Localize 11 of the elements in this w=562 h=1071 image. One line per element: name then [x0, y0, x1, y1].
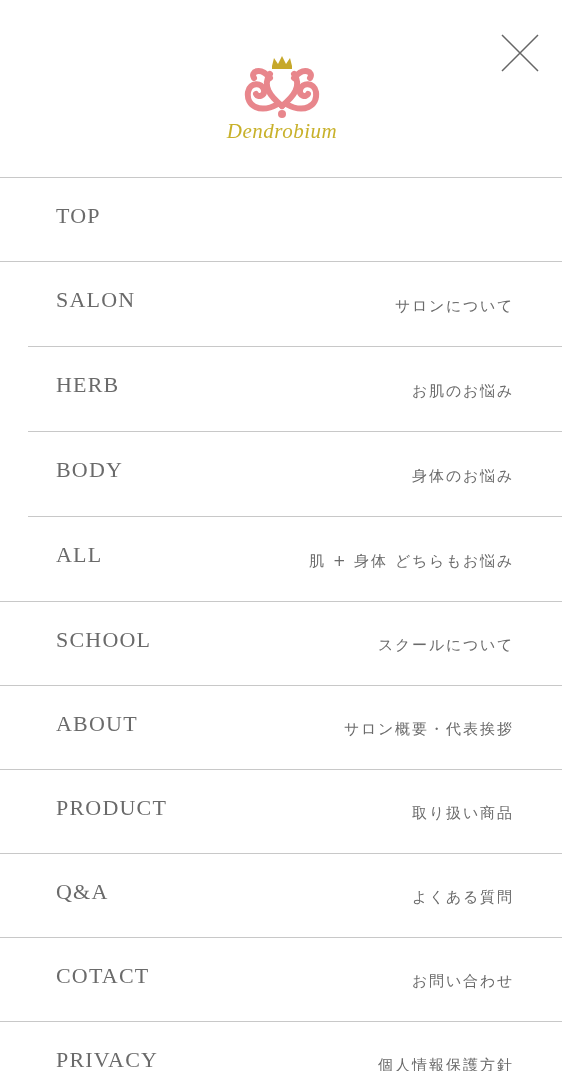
logo-text: Dendrobium	[226, 120, 338, 142]
menu-item[interactable]: BODY 身体のお悩み	[28, 432, 562, 516]
menu-item[interactable]: SCHOOL スクールについて	[0, 602, 562, 686]
menu-item[interactable]: COTACT お問い合わせ	[0, 938, 562, 1022]
menu-item[interactable]: PRODUCT 取り扱い商品	[0, 770, 562, 854]
menu-item[interactable]: HERB お肌のお悩み	[28, 347, 562, 431]
menu-item[interactable]: ALL 肌 + 身体 どちらもお悩み	[28, 517, 562, 601]
menu-item[interactable]: SALON サロンについて	[0, 262, 562, 346]
menu-item[interactable]: TOP	[0, 178, 562, 262]
menu-item[interactable]: Q&A よくある質問	[0, 854, 562, 938]
menu-item[interactable]: ABOUT サロン概要・代表挨拶	[0, 686, 562, 770]
